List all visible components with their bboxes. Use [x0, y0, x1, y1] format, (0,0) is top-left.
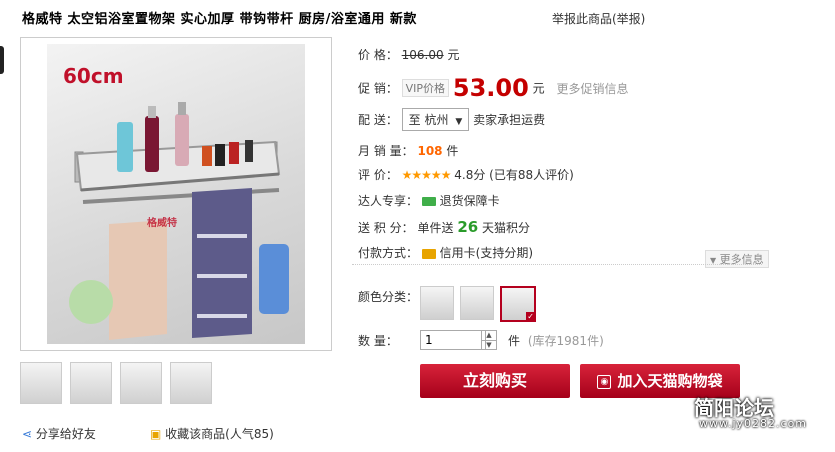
cart-icon: ◉: [597, 374, 612, 389]
check-icon: ✓: [526, 312, 535, 322]
more-info-button[interactable]: ▼ 更多信息: [705, 250, 769, 268]
shelf-illustration: [69, 102, 289, 340]
rating-label: 评 价：: [358, 168, 398, 182]
forum-url-watermark: www.jy0282.com: [699, 417, 808, 430]
payment-row: 付款方式： 信用卡(支持分期): [358, 244, 533, 261]
thumbnail-1[interactable]: [20, 362, 62, 404]
quantity-label: 数 量：: [358, 334, 398, 348]
main-product-image: 60cm 格威特: [20, 37, 332, 351]
rating-row: 评 价： ★★★★★ 4.8分 (已有88人评价): [358, 166, 574, 183]
price-row: 价 格： 106.00 元: [358, 46, 460, 63]
rating-score[interactable]: 4.8分 (已有88人评价): [454, 168, 574, 182]
quantity-stepper[interactable]: ▲ ▼: [481, 330, 497, 350]
location-select[interactable]: 至 杭州 ▼: [401, 108, 470, 131]
quantity-unit: 件: [508, 334, 521, 348]
price-unit: 元: [447, 48, 460, 62]
divider: [352, 264, 762, 265]
color-option-3-selected[interactable]: ✓: [500, 286, 536, 322]
credit-card-icon: [421, 248, 436, 259]
star-rating-icon: ★★★★★: [401, 168, 452, 182]
share-link[interactable]: ⋖ 分享给好友: [22, 425, 96, 442]
stepper-down-icon[interactable]: ▼: [482, 341, 496, 350]
shipping-note: 卖家承担运费: [473, 113, 546, 127]
card-icon: [421, 197, 436, 206]
payment-label: 付款方式：: [358, 246, 419, 260]
color-option-1[interactable]: [420, 286, 454, 320]
expert-value[interactable]: 退货保障卡: [440, 194, 500, 208]
color-row: 颜色分类：: [358, 288, 418, 305]
points-label: 送 积 分：: [358, 221, 414, 235]
thumbnail-2[interactable]: [70, 362, 112, 404]
points-amount: 26: [457, 218, 479, 236]
stock-count: (库存1981件): [527, 334, 604, 348]
payment-value: 信用卡(支持分期): [439, 246, 534, 260]
sales-row: 月 销 量： 108 件: [358, 142, 458, 159]
share-icon: ⋖: [22, 427, 33, 441]
favorite-link[interactable]: ▣ 收藏该商品(人气85): [150, 425, 274, 442]
delivery-label: 配 送：: [358, 113, 398, 127]
quantity-input[interactable]: [420, 330, 486, 350]
expert-row: 达人专享： 退货保障卡: [358, 192, 500, 209]
favorite-label: 收藏该商品(人气85): [165, 427, 274, 441]
quantity-row: 数 量：: [358, 332, 398, 349]
vip-badge: VIP价格: [401, 79, 450, 97]
buy-now-button[interactable]: 立刻购买: [420, 364, 570, 398]
expert-label: 达人专享：: [358, 194, 419, 208]
thumbnail-3[interactable]: [120, 362, 162, 404]
points-prefix: 单件送: [417, 221, 454, 235]
points-row: 送 积 分： 单件送 26 天猫积分: [358, 218, 530, 236]
chevron-down-icon: ▼: [455, 117, 463, 127]
promo-price: 53.00: [452, 74, 529, 102]
add-to-cart-label: 加入天猫购物袋: [617, 372, 723, 390]
color-option-2[interactable]: [460, 286, 494, 320]
delivery-row: 配 送： 至 杭州 ▼ 卖家承担运费: [358, 108, 545, 131]
sales-count: 108: [417, 144, 443, 158]
brand-watermark: 格威特: [147, 218, 177, 229]
report-link[interactable]: 举报此商品(举报): [552, 10, 645, 27]
folder-star-icon: ▣: [150, 427, 162, 441]
original-price: 106.00: [401, 48, 444, 62]
color-label: 颜色分类：: [358, 290, 419, 304]
product-photo: 60cm 格威特: [47, 44, 305, 344]
price-label: 价 格：: [358, 48, 398, 62]
product-title: 格威特 太空铝浴室置物架 实心加厚 带钩带杆 厨房/浴室通用 新款: [22, 12, 417, 27]
sales-unit: 件: [446, 144, 459, 158]
points-suffix: 天猫积分: [482, 221, 531, 235]
stepper-up-icon[interactable]: ▲: [482, 331, 496, 341]
location-value: 至 杭州: [408, 113, 449, 127]
sales-label: 月 销 量：: [358, 144, 414, 158]
promo-unit: 元: [532, 81, 545, 96]
more-promo-link[interactable]: 更多促销信息: [556, 82, 628, 96]
thumbnail-4[interactable]: [170, 362, 212, 404]
promo-label: 促 销：: [358, 81, 398, 96]
share-label: 分享给好友: [35, 427, 96, 441]
promo-row: 促 销： VIP价格 53.00 元 更多促销信息: [358, 74, 629, 102]
stock-info: 件 (库存1981件): [508, 332, 604, 349]
window-edge-handle: [0, 46, 4, 74]
